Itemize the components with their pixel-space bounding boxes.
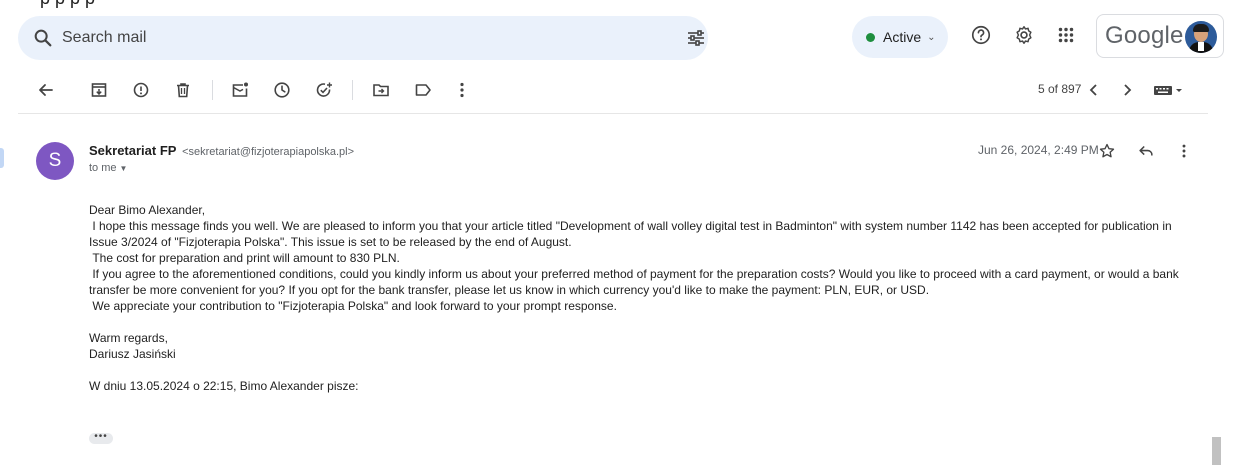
mark-unread-icon[interactable]	[230, 80, 250, 100]
body-paragraph: I hope this message finds you well. We a…	[89, 219, 1176, 249]
input-tools-keyboard-icon[interactable]	[1152, 80, 1184, 100]
message-date: Jun 26, 2024, 2:49 PM	[978, 143, 1099, 157]
sender-avatar[interactable]: S	[36, 142, 74, 180]
sender-email: <sekretariat@fizjoterapiapolska.pl>	[182, 146, 355, 158]
star-icon[interactable]	[1098, 142, 1116, 160]
more-options-icon[interactable]	[452, 80, 472, 100]
side-panel-tab[interactable]	[0, 148, 4, 168]
search-icon[interactable]	[32, 27, 54, 49]
sender-line: Sekretariat FP <sekretariat@fizjoterapia…	[89, 143, 354, 158]
google-logo: Google	[1105, 22, 1184, 49]
sender-name[interactable]: Sekretariat FP	[89, 143, 176, 158]
app-header: Active ⌄ Google	[0, 0, 1242, 70]
body-paragraph: We appreciate your contribution to "Fizj…	[89, 299, 617, 313]
report-spam-icon[interactable]	[131, 80, 151, 100]
recipient-label: to me	[89, 162, 117, 174]
archive-icon[interactable]	[89, 80, 109, 100]
greeting: Dear Bimo Alexander,	[89, 203, 206, 217]
reply-icon[interactable]	[1137, 142, 1155, 160]
signature: Dariusz Jasiński	[89, 347, 176, 361]
toolbar-divider	[212, 80, 213, 100]
caret-down-icon: ▼	[119, 164, 128, 173]
add-to-tasks-icon[interactable]	[314, 80, 334, 100]
toolbar-divider-line	[18, 113, 1208, 114]
scrollbar-thumb[interactable]	[1212, 437, 1221, 465]
status-label: Active	[883, 29, 922, 45]
older-chevron-right-icon[interactable]	[1117, 80, 1137, 100]
recipient-details[interactable]: to me ▼	[89, 162, 127, 174]
message-more-options-icon[interactable]	[1175, 142, 1193, 160]
apps-grid-icon[interactable]	[1055, 24, 1077, 46]
message-body: Dear Bimo Alexander, I hope this message…	[89, 202, 1199, 394]
label-tag-icon[interactable]	[413, 80, 433, 100]
newer-chevron-left-icon[interactable]	[1084, 80, 1104, 100]
profile-avatar[interactable]	[1185, 21, 1217, 53]
closing: Warm regards,	[89, 331, 168, 345]
quoted-header: W dniu 13.05.2024 o 22:15, Bimo Alexande…	[89, 379, 359, 393]
pagination-label: 5 of 897	[1038, 82, 1082, 96]
account-switcher[interactable]: Google	[1096, 14, 1224, 58]
move-to-folder-icon[interactable]	[371, 80, 391, 100]
help-icon[interactable]	[970, 24, 992, 46]
settings-gear-icon[interactable]	[1013, 24, 1035, 46]
chevron-down-icon: ⌄	[927, 31, 936, 43]
search-input[interactable]	[62, 24, 622, 52]
back-arrow-icon[interactable]	[36, 80, 56, 100]
body-paragraph: If you agree to the aforementioned condi…	[89, 267, 1183, 297]
search-bar[interactable]	[18, 16, 708, 60]
delete-trash-icon[interactable]	[173, 80, 193, 100]
status-selector[interactable]: Active ⌄	[852, 16, 948, 58]
status-dot	[866, 32, 875, 42]
toolbar-divider	[352, 80, 353, 100]
message-toolbar: 5 of 897	[18, 72, 1208, 110]
search-options-icon[interactable]	[686, 28, 706, 48]
show-trimmed-content-button[interactable]: •••	[89, 432, 113, 444]
snooze-clock-icon[interactable]	[272, 80, 292, 100]
body-paragraph: The cost for preparation and print will …	[89, 251, 400, 265]
